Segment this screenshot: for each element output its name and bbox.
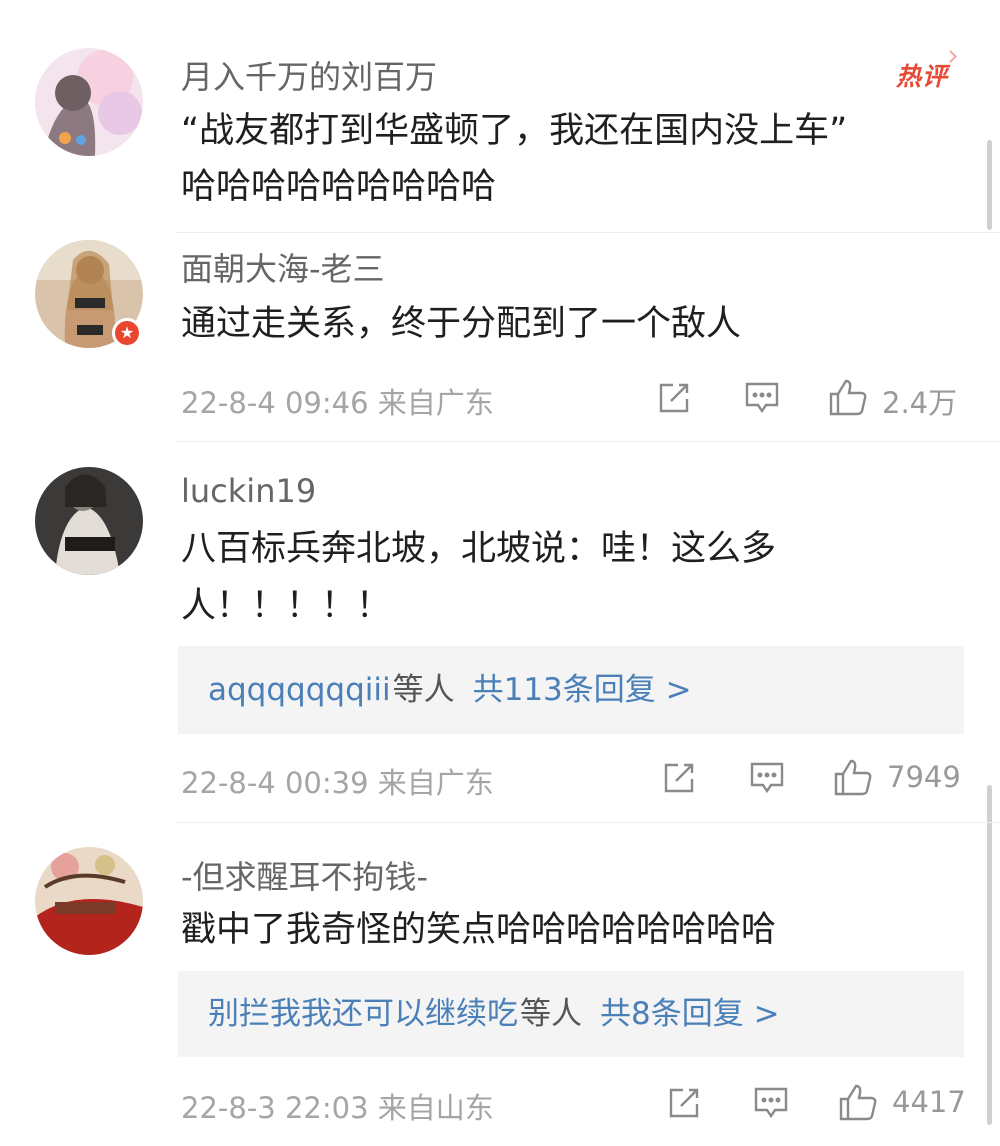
comment-text-line: 八百标兵奔北坡，北坡说：哇！这么多 [181, 529, 777, 569]
scrollbar[interactable] [987, 785, 992, 1125]
avatar[interactable] [35, 467, 143, 575]
reply-summary[interactable]: aqqqqqqqiii等人 共113条回复 > [178, 646, 964, 734]
reply-user[interactable]: 别拦我我还可以继续吃 [208, 996, 518, 1032]
scrollbar[interactable] [987, 140, 992, 230]
comment-icon[interactable] [744, 381, 780, 415]
comment-time: 22-8-3 22:03 [181, 1091, 369, 1125]
comment-location: 来自山东 [377, 1091, 494, 1125]
comment-meta: 22-8-4 09:46 来自广东 [181, 380, 494, 422]
like-icon[interactable] [838, 1082, 878, 1122]
comment-icon[interactable] [749, 761, 785, 795]
comment-location: 来自广东 [377, 766, 494, 800]
like-count: 4417 [892, 1085, 966, 1119]
share-icon[interactable] [667, 1086, 701, 1120]
avatar[interactable] [35, 48, 143, 156]
comment-time: 22-8-4 00:39 [181, 766, 369, 800]
reply-etc: 等人 [520, 996, 582, 1032]
avatar-image [35, 48, 143, 156]
comment-text-line: “战友都打到华盛顿了，我还在国内没上车” [181, 111, 848, 151]
username[interactable]: luckin19 [181, 472, 316, 510]
comment-location: 来自广东 [377, 386, 494, 420]
comment-meta: 22-8-4 00:39 来自广东 [181, 760, 494, 802]
reply-summary[interactable]: 别拦我我还可以继续吃等人 共8条回复 > [178, 971, 964, 1057]
verified-star-icon: ★ [112, 318, 142, 348]
reply-count-link[interactable]: 共113条回复 > [473, 672, 692, 708]
comment-meta: 22-8-3 22:03 来自山东 [181, 1085, 494, 1127]
username[interactable]: 月入千万的刘百万 [181, 52, 437, 98]
avatar-image [35, 847, 143, 955]
divider [176, 441, 1000, 442]
comment-item: 月入千万的刘百万 热评 “战友都打到华盛顿了，我还在国内没上车” 哈哈哈哈哈哈哈… [0, 0, 1000, 230]
like-count: 7949 [887, 760, 961, 794]
divider [176, 232, 1000, 233]
like-count: 2.4万 [882, 386, 958, 420]
comment-icon[interactable] [753, 1086, 789, 1120]
username[interactable]: 面朝大海-老三 [181, 244, 385, 290]
hot-comment-badge: 热评 [896, 57, 948, 93]
avatar-image [35, 467, 143, 575]
comment-text-line: 戳中了我奇怪的笑点哈哈哈哈哈哈哈哈 [181, 910, 777, 950]
avatar[interactable] [35, 847, 143, 955]
like-icon[interactable] [828, 377, 868, 417]
reply-user[interactable]: aqqqqqqqiii [208, 672, 391, 708]
comment-text-line: 哈哈哈哈哈哈哈哈哈 [181, 167, 497, 207]
divider [176, 822, 1000, 823]
share-icon[interactable] [657, 381, 691, 415]
reply-count-link[interactable]: 共8条回复 > [600, 996, 780, 1032]
reply-etc: 等人 [392, 672, 455, 708]
like-icon[interactable] [833, 757, 873, 797]
username[interactable]: -但求醒耳不拘钱- [181, 852, 428, 898]
comment-time: 22-8-4 09:46 [181, 386, 369, 420]
share-icon[interactable] [662, 761, 696, 795]
comment-text-line: 人！！！！！ [181, 586, 392, 626]
comment-text-line: 通过走关系，终于分配到了一个敌人 [181, 304, 742, 344]
